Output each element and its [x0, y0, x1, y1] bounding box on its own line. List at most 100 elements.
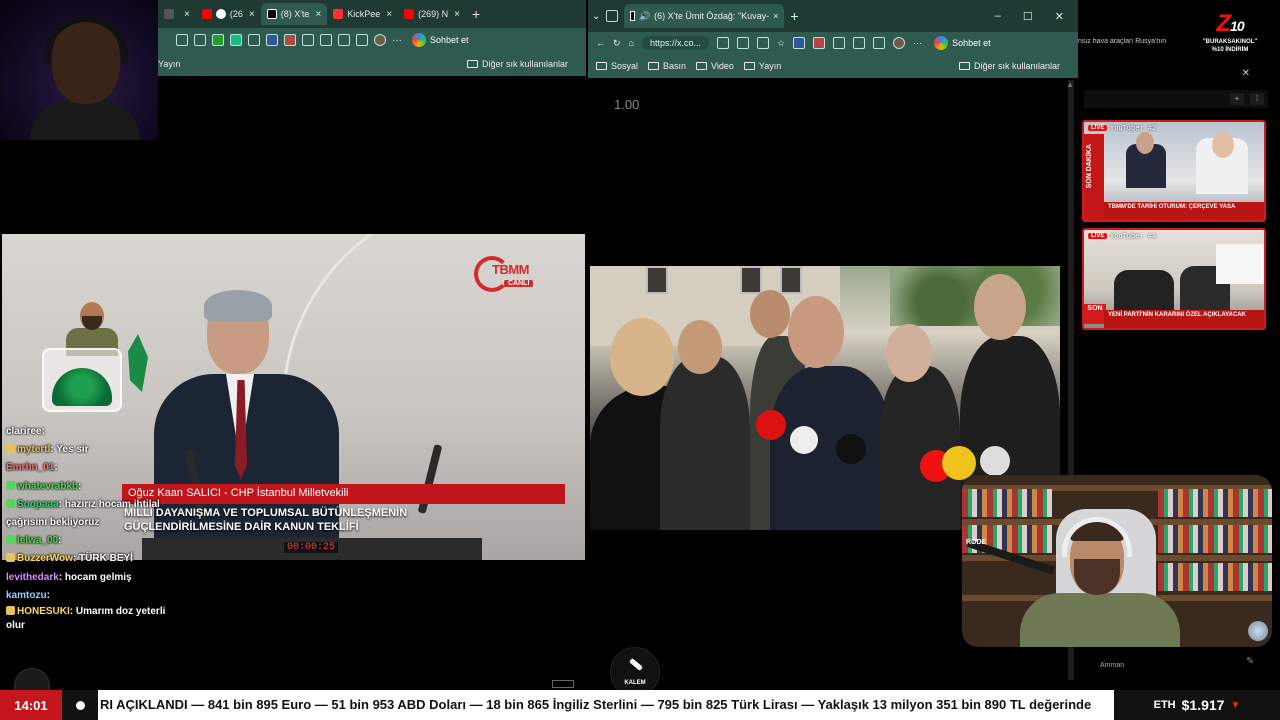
close-icon[interactable]: × [184, 9, 190, 20]
crowd-head [974, 274, 1026, 340]
tab-x-umit-ozdag[interactable]: 🔊 (6) X'te Ümit Özdağ: "Kuvay- × [624, 4, 785, 28]
scroll-up-icon[interactable]: ▲ [1066, 80, 1074, 89]
folder-icon [466, 60, 478, 68]
extension-icon[interactable] [176, 34, 188, 46]
playback-speed: 1.00 [614, 97, 640, 112]
app-icon[interactable] [717, 37, 730, 49]
tab-4[interactable]: (269) N × [398, 3, 466, 25]
star-icon[interactable] [194, 34, 206, 46]
more-icon[interactable]: ··· [913, 38, 922, 48]
favorites-icon[interactable] [338, 34, 350, 46]
headphones-icon [44, 16, 128, 64]
promo-discount: %10 İNDİRİM [1211, 47, 1249, 53]
chat-button[interactable]: Sohbet et [412, 33, 469, 47]
brand-number: 10 [1230, 18, 1245, 34]
live-thumbnail-1[interactable]: SON DAKİKA LIVE YouTube: #2 TBMM'DE TARİ… [1082, 120, 1266, 222]
chat-username: lelwa_00 [17, 535, 59, 547]
maximize-icon[interactable]: ☐ [1023, 10, 1033, 23]
live-dot-icon [75, 700, 85, 710]
avatar[interactable] [374, 34, 386, 46]
badge-icon [6, 535, 15, 545]
minimize-icon[interactable]: – [995, 10, 1001, 23]
news-ticker: 14:01 RI AÇIKLANDI — 841 bin 895 Euro — … [0, 690, 1280, 720]
url-field[interactable]: https://x.co... [641, 36, 710, 50]
grid-icon[interactable]: ⁞ [1250, 93, 1264, 105]
badge-icon [6, 480, 15, 490]
tab-0[interactable]: × [158, 3, 196, 25]
back-icon[interactable]: ← [596, 38, 605, 48]
pen-icon[interactable]: ✎ [1246, 656, 1254, 667]
chat-text: TÜRK BEYİ [79, 553, 133, 565]
workspaces-icon[interactable] [606, 10, 619, 22]
refresh-icon[interactable]: ↻ [613, 38, 621, 49]
favorites-icon[interactable] [873, 37, 886, 49]
chat-button-label: Sohbet et [430, 35, 469, 45]
bookmark-other[interactable]: Diğer sık kullanılanlar [958, 61, 1060, 71]
new-tab-button[interactable]: + [790, 8, 798, 24]
more-icon[interactable]: ··· [392, 35, 402, 46]
close-icon[interactable]: × [454, 9, 460, 20]
close-icon[interactable]: × [773, 11, 778, 21]
speaker-icon[interactable]: 🔊 [639, 11, 650, 22]
zoom-icon[interactable] [737, 37, 750, 49]
extensions-puzzle-icon[interactable] [302, 34, 314, 46]
speaker-name: Oğuz Kaan SALICI - CHP İstanbul Milletve… [122, 484, 565, 504]
extension-icon[interactable] [212, 34, 224, 46]
badge-icon [6, 606, 15, 616]
chat-text: Yes sir [56, 444, 89, 456]
extension-icon[interactable] [266, 34, 278, 46]
bookmark-yayin[interactable]: Yayın [743, 61, 782, 71]
emote-overlay [32, 298, 152, 416]
bookmark-label: Yayın [758, 61, 782, 71]
window-controls: – ☐ ✕ [995, 10, 1078, 23]
badge-icon [6, 498, 15, 508]
tab-2[interactable]: (8) X'te × [260, 3, 328, 25]
bookmark-other[interactable]: Diğer sık kullanılanlar [466, 59, 568, 69]
extension-icon[interactable] [248, 34, 260, 46]
extensions-puzzle-icon[interactable] [833, 37, 846, 49]
extension-icon[interactable] [793, 37, 806, 49]
eth-symbol: ETH [1153, 699, 1176, 711]
decor-globe [1248, 621, 1268, 641]
close-icon[interactable]: × [315, 9, 321, 20]
live-thumbnail-2[interactable]: LIVE YouTube: #4 SON YENİ PARTİ'NİN KARA… [1082, 228, 1266, 330]
badge-icon [6, 444, 15, 454]
home-icon[interactable]: ⌂ [629, 38, 634, 48]
chat-button[interactable]: Sohbet et [934, 36, 991, 50]
avatar[interactable] [893, 37, 906, 49]
new-tab-button[interactable]: + [466, 3, 486, 25]
chat-message: Emrhn_01: [6, 462, 58, 474]
crowd-figure [880, 366, 960, 530]
right-bookmarks-bar: Sosyal Basın Video Yayın Diğer sık kulla… [588, 54, 1078, 78]
extension-icon[interactable] [284, 34, 296, 46]
bookmark-basin[interactable]: Basın [648, 61, 686, 71]
tab-1[interactable]: (26 × [196, 3, 261, 25]
tab-menu-icon[interactable]: ⌄ [592, 11, 600, 22]
close-icon[interactable]: ✕ [1242, 68, 1250, 79]
collections-icon[interactable] [356, 34, 368, 46]
bookmark-label: Yayın [158, 59, 181, 69]
reader-icon[interactable] [757, 37, 770, 49]
webcam-guest [0, 0, 158, 140]
split-view-icon[interactable] [853, 37, 866, 49]
bookmark-sosyal[interactable]: Sosyal [596, 61, 638, 71]
chat-message: clariree: [6, 426, 45, 437]
close-icon[interactable]: × [249, 9, 255, 20]
chat-username: BuzzerWow [17, 553, 73, 565]
copilot-icon [412, 33, 426, 47]
tab-label: (6) X'te Ümit Özdağ: "Kuvay- [654, 11, 770, 21]
chat-message: kamtozu: [6, 589, 50, 601]
star-icon[interactable]: ☆ [777, 38, 785, 49]
close-icon[interactable]: × [386, 9, 392, 20]
extension-icon[interactable] [230, 34, 242, 46]
bookmark-yayin[interactable]: Yayın [158, 59, 180, 69]
badge-icon [6, 553, 15, 563]
close-window-icon[interactable]: ✕ [1055, 10, 1064, 23]
split-view-icon[interactable] [320, 34, 332, 46]
tab-3[interactable]: KickPee × [327, 3, 398, 25]
bookmark-video[interactable]: Video [696, 61, 734, 71]
copilot-icon [934, 36, 949, 50]
extension-icon[interactable] [813, 37, 826, 49]
add-icon[interactable]: + [1230, 93, 1244, 105]
watermark-logo [552, 680, 574, 688]
